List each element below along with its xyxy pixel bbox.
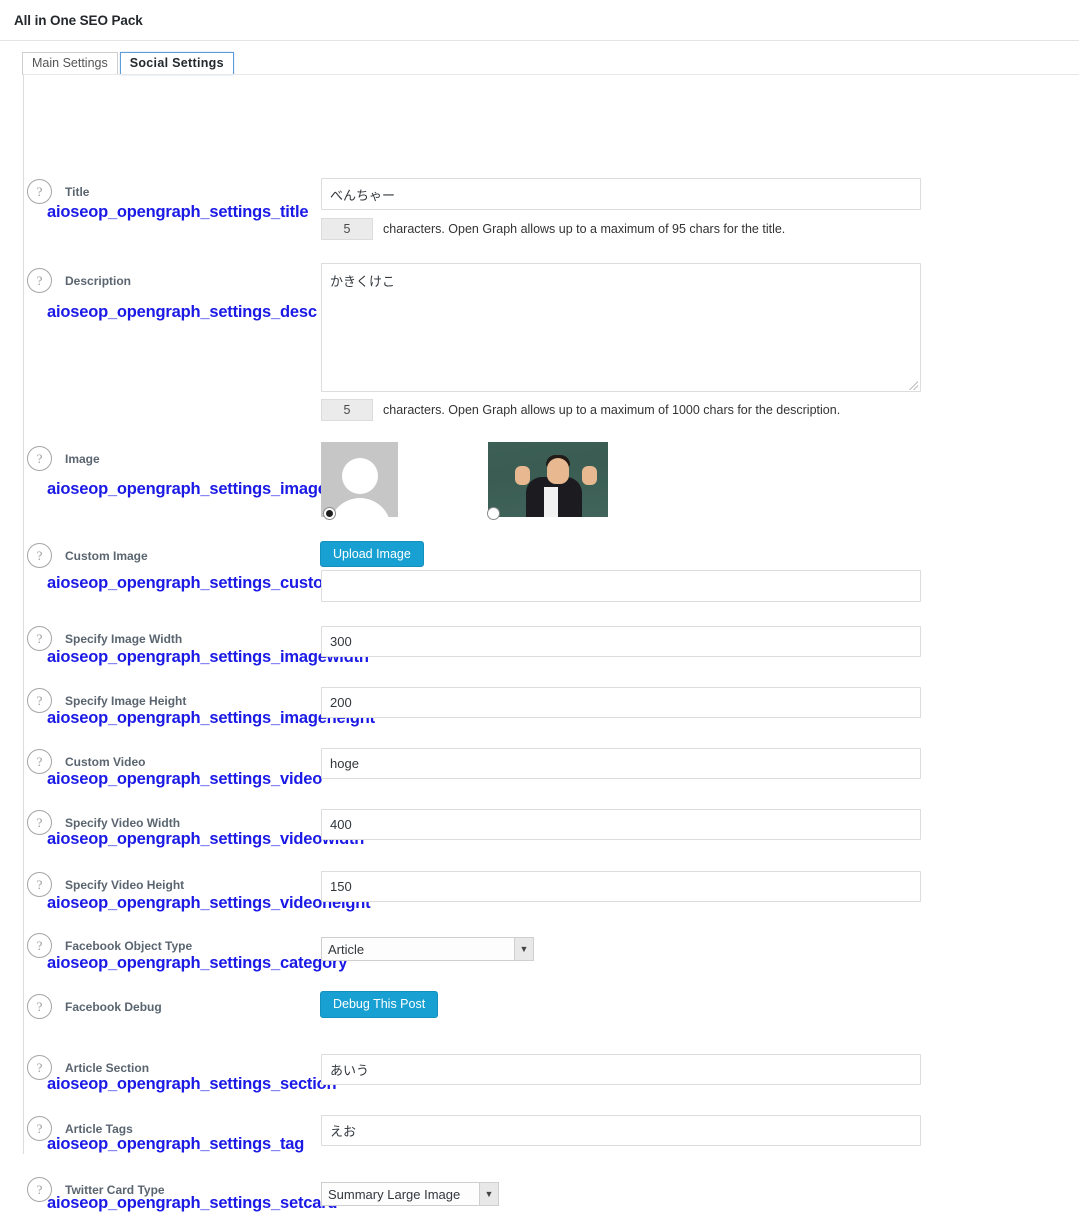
description-textarea[interactable] (321, 263, 921, 392)
debug-this-post-button[interactable]: Debug This Post (320, 991, 439, 1018)
option-name-video-width: aioseop_opengraph_settings_videowidth (47, 830, 365, 848)
avatar-body-shape (328, 498, 391, 517)
label-image-height-text: Specify Image Height (65, 693, 187, 708)
option-name-custom-video: aioseop_opengraph_settings_video (47, 770, 323, 788)
radio-image-default[interactable] (323, 507, 336, 520)
label-facebook-object-type-text: Facebook Object Type (65, 938, 193, 953)
chevron-down-icon[interactable]: ▼ (514, 938, 533, 960)
custom-image-input[interactable] (321, 570, 921, 602)
label-video-width-text: Specify Video Width (65, 815, 181, 830)
label-title: ? Title (27, 179, 89, 204)
app-header: All in One SEO Pack (0, 0, 1079, 41)
tab-main-settings[interactable]: Main Settings (22, 52, 118, 75)
description-counter-note: characters. Open Graph allows up to a ma… (383, 403, 841, 417)
article-section-input[interactable] (321, 1054, 921, 1085)
label-description: ? Description (27, 268, 131, 293)
facebook-object-type-value: Article (328, 941, 365, 957)
label-image: ? Image (27, 446, 100, 471)
image-height-input[interactable] (321, 687, 921, 718)
label-article-section-text: Article Section (65, 1060, 150, 1075)
settings-panel: ? Title aioseop_opengraph_settings_title… (23, 74, 1079, 1212)
label-title-text: Title (65, 184, 90, 199)
option-name-article-tags: aioseop_opengraph_settings_tag (47, 1135, 305, 1153)
label-image-width-text: Specify Image Width (65, 631, 183, 646)
description-character-counter (321, 399, 373, 421)
radio-image-featured[interactable] (487, 507, 500, 520)
label-video-height-text: Specify Video Height (65, 877, 185, 892)
custom-video-input[interactable] (321, 748, 921, 779)
page-title: All in One SEO Pack (14, 12, 143, 28)
photo-left-hand-shape (515, 466, 530, 485)
facebook-object-type-select[interactable]: Article ▼ (321, 937, 534, 961)
option-name-image: aioseop_opengraph_settings_image (47, 480, 327, 498)
option-name-description: aioseop_opengraph_settings_desc (47, 303, 317, 321)
label-image-text: Image (65, 451, 100, 466)
label-facebook-debug-text: Facebook Debug (65, 999, 162, 1014)
label-facebook-debug: ? Facebook Debug (27, 994, 162, 1019)
image-width-input[interactable] (321, 626, 921, 657)
help-icon[interactable]: ? (27, 179, 52, 204)
title-counter-note: characters. Open Graph allows up to a ma… (383, 222, 786, 236)
title-input[interactable] (321, 178, 921, 210)
help-icon[interactable]: ? (27, 268, 52, 293)
label-custom-image: ? Custom Image (27, 543, 148, 568)
option-name-twitter-card-type: aioseop_opengraph_settings_setcard (47, 1194, 338, 1212)
help-icon[interactable]: ? (27, 446, 52, 471)
photo-shirt-shape (544, 487, 558, 517)
article-tags-input[interactable] (321, 1115, 921, 1146)
option-name-article-section: aioseop_opengraph_settings_section (47, 1075, 337, 1093)
tab-bar: Main Settings Social Settings (0, 41, 1079, 75)
label-description-text: Description (65, 273, 132, 288)
default-avatar-thumbnail[interactable] (321, 442, 398, 517)
video-width-input[interactable] (321, 809, 921, 840)
label-custom-video-text: Custom Video (65, 754, 146, 769)
video-height-input[interactable] (321, 871, 921, 902)
avatar-head-shape (341, 458, 378, 494)
option-name-title: aioseop_opengraph_settings_title (47, 203, 309, 221)
chevron-down-icon[interactable]: ▼ (479, 1183, 498, 1205)
label-custom-image-text: Custom Image (65, 548, 148, 563)
option-name-custom-image: aioseop_opengraph_settings_customimg (47, 574, 367, 592)
tab-social-settings[interactable]: Social Settings (119, 52, 234, 75)
help-icon[interactable]: ? (27, 543, 52, 568)
twitter-card-type-value: Summary Large Image (328, 1186, 461, 1202)
photo-right-hand-shape (582, 466, 597, 485)
photo-head-shape (547, 458, 569, 484)
label-article-tags-text: Article Tags (65, 1121, 133, 1136)
option-name-facebook-object-type: aioseop_opengraph_settings_category (47, 954, 348, 972)
title-character-counter (321, 218, 373, 240)
twitter-card-type-select[interactable]: Summary Large Image ▼ (321, 1182, 499, 1206)
featured-photo-thumbnail[interactable] (488, 442, 608, 517)
upload-image-button[interactable]: Upload Image (320, 541, 424, 567)
help-icon[interactable]: ? (27, 994, 52, 1019)
